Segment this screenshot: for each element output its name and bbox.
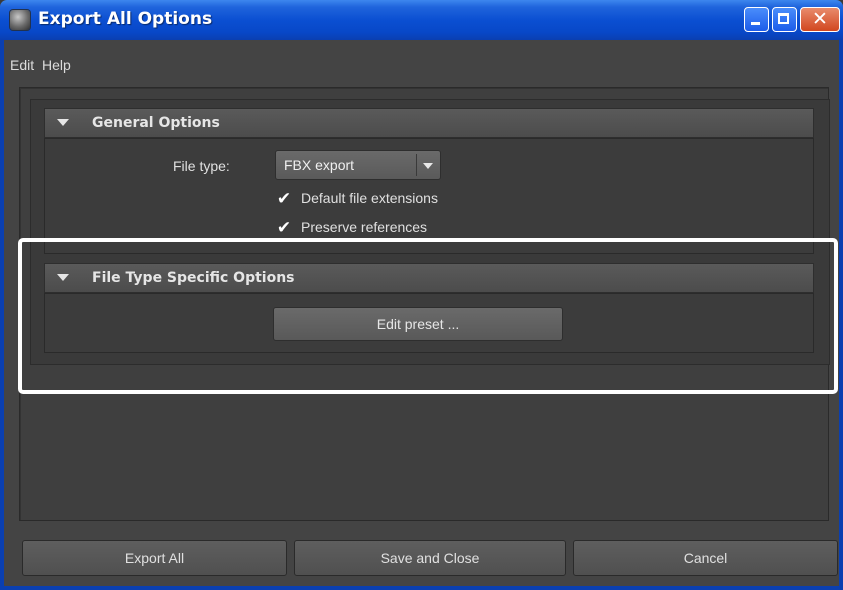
general-options-header[interactable]: General Options	[44, 108, 814, 138]
minimize-icon	[751, 22, 760, 25]
collapse-triangle-icon[interactable]	[57, 119, 69, 126]
dropdown-divider	[416, 154, 417, 176]
minimize-button[interactable]	[744, 7, 769, 32]
close-button[interactable]: ✕	[800, 7, 840, 32]
app-icon	[10, 10, 30, 30]
general-options-title: General Options	[92, 115, 220, 131]
file-type-specific-options-header[interactable]: File Type Specific Options	[44, 263, 814, 293]
edit-preset-button[interactable]: Edit preset ...	[273, 307, 563, 341]
window-title: Export All Options	[38, 9, 213, 29]
maximize-icon	[778, 13, 789, 24]
cancel-button[interactable]: Cancel	[573, 540, 838, 576]
file-type-label: File type:	[173, 158, 230, 174]
export-all-button[interactable]: Export All	[22, 540, 287, 576]
file-type-specific-options-title: File Type Specific Options	[92, 270, 295, 286]
checkmark-icon[interactable]: ✔	[274, 218, 294, 238]
file-type-dropdown[interactable]: FBX export	[275, 150, 441, 180]
menu-edit[interactable]: Edit	[10, 57, 34, 73]
close-icon: ✕	[812, 8, 828, 30]
checkmark-icon[interactable]: ✔	[274, 189, 294, 209]
title-bar[interactable]: Export All Options ✕	[0, 0, 843, 40]
save-and-close-button[interactable]: Save and Close	[294, 540, 566, 576]
chevron-down-icon[interactable]	[423, 163, 433, 169]
collapse-triangle-icon[interactable]	[57, 274, 69, 281]
default-file-extensions-label: Default file extensions	[301, 190, 438, 206]
menu-help[interactable]: Help	[42, 57, 71, 73]
preserve-references-label: Preserve references	[301, 219, 428, 235]
maximize-button[interactable]	[772, 7, 797, 32]
file-type-value: FBX export	[284, 157, 355, 173]
menu-bar	[4, 40, 839, 80]
